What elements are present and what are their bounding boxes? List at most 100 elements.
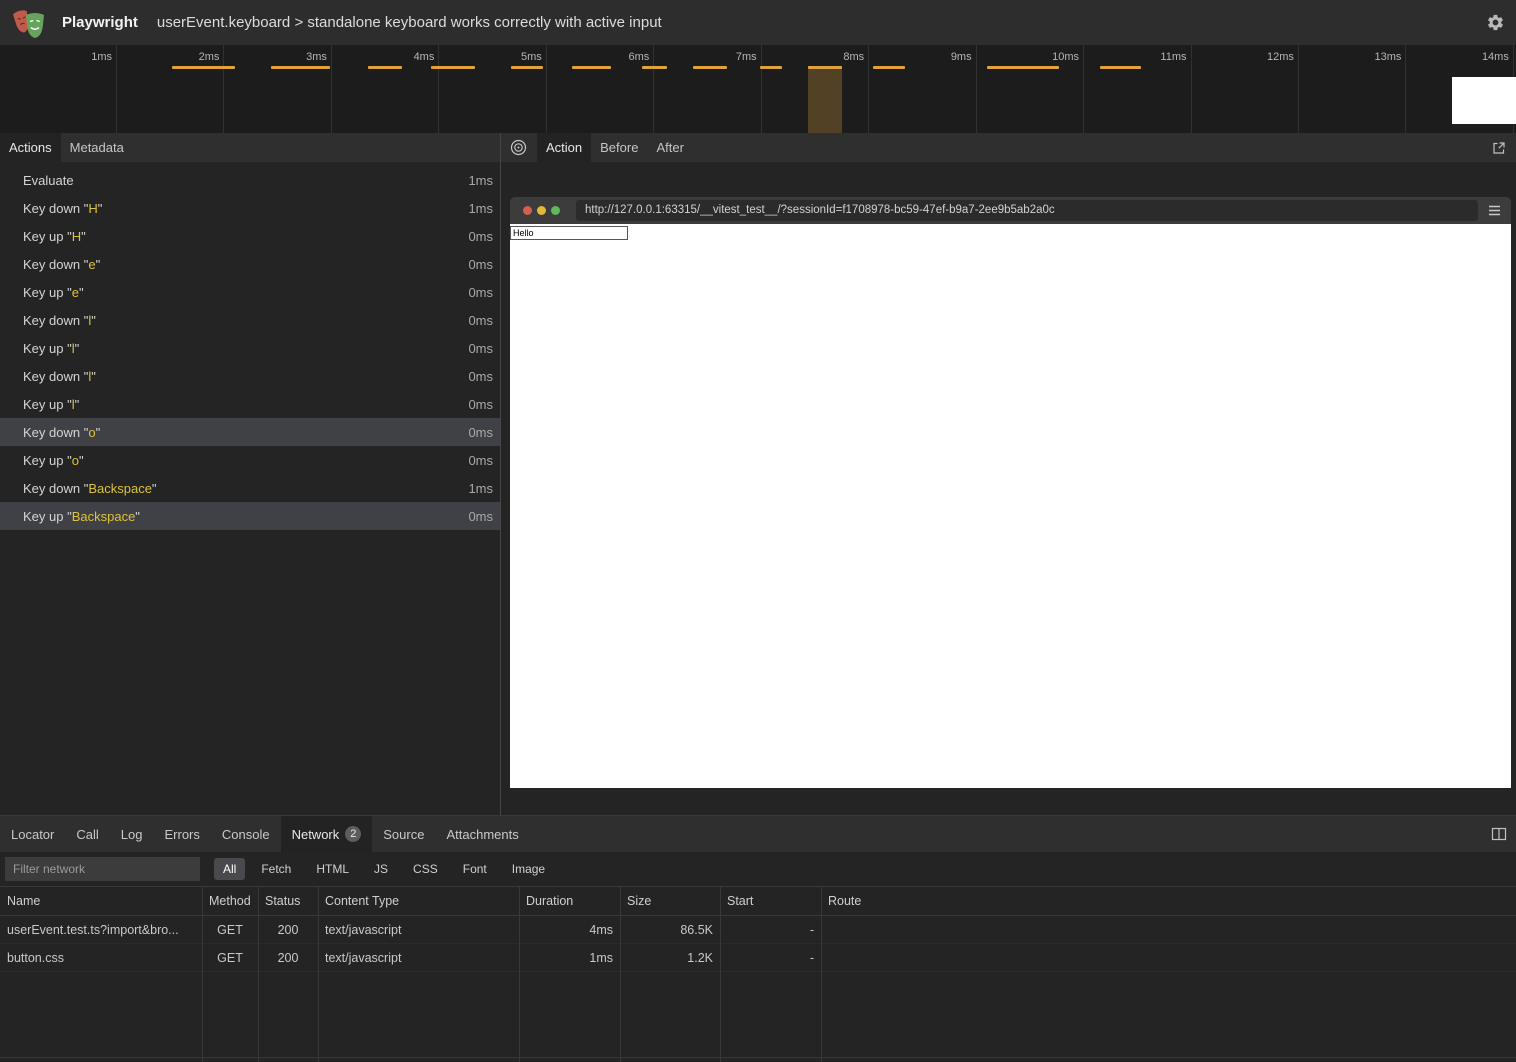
action-row[interactable]: Key up "l" 0ms	[0, 390, 500, 418]
timeline-film-thumbnail[interactable]	[1452, 77, 1516, 124]
action-duration: 0ms	[468, 313, 493, 328]
timeline-action-bar[interactable]	[987, 66, 1059, 69]
action-title: Key up "l"	[23, 397, 79, 412]
cell: GET	[202, 923, 258, 937]
action-key-value: l	[88, 369, 91, 384]
split-columns-icon[interactable]	[1491, 826, 1507, 842]
action-row[interactable]: Key down "Backspace"1ms	[0, 474, 500, 502]
tab-after[interactable]: After	[647, 133, 692, 162]
timeline-tick-label: 5ms	[498, 51, 542, 63]
action-row[interactable]: Key down "e"0ms	[0, 250, 500, 278]
action-title: Evaluate	[23, 173, 74, 188]
timeline-tick-label: 9ms	[928, 51, 972, 63]
action-key-value: e	[88, 257, 95, 272]
tab-source[interactable]: Source	[372, 816, 435, 852]
action-title: Key down "H"	[23, 201, 102, 216]
action-key-value: Backspace	[72, 509, 136, 524]
tab-log[interactable]: Log	[110, 816, 154, 852]
text-input[interactable]	[510, 226, 628, 240]
timeline-gridline	[223, 45, 224, 133]
timeline-action-bar[interactable]	[431, 66, 475, 69]
action-duration: 0ms	[468, 229, 493, 244]
column-header-size: Size	[620, 894, 720, 908]
timeline-tick-label: 8ms	[820, 51, 864, 63]
action-row[interactable]: Key up "l"0ms	[0, 334, 500, 362]
action-duration: 0ms	[468, 257, 493, 272]
timeline-action-bar[interactable]	[511, 66, 543, 69]
url-bar[interactable]: http://127.0.0.1:63315/__vitest_test__/?…	[576, 200, 1478, 221]
main-area: ActionsMetadata Evaluate1ms Key down "H" 1…	[0, 133, 1516, 815]
timeline-action-bar[interactable]	[642, 66, 667, 69]
timeline-action-bar-selected[interactable]	[808, 66, 842, 69]
action-key-value: H	[72, 229, 81, 244]
action-row[interactable]: Key down "l"0ms	[0, 362, 500, 390]
action-duration: 1ms	[468, 201, 493, 216]
tab-actions[interactable]: Actions	[0, 133, 61, 162]
cell: text/javascript	[318, 923, 519, 937]
column-separator	[318, 887, 319, 1062]
tab-metadata[interactable]: Metadata	[61, 133, 133, 162]
filter-chip-css[interactable]: CSS	[404, 858, 447, 880]
tab-errors[interactable]: Errors	[153, 816, 210, 852]
timeline-action-bar[interactable]	[368, 66, 402, 69]
open-external-icon[interactable]	[1491, 140, 1507, 156]
timeline-gridline	[868, 45, 869, 133]
column-separator	[620, 887, 621, 1062]
tab-call[interactable]: Call	[65, 816, 109, 852]
column-header-method: Method	[202, 894, 258, 908]
network-filter-chips: All Fetch HTML JS CSS Font Image	[214, 858, 561, 880]
filter-chip-all[interactable]: All	[214, 858, 245, 880]
timeline[interactable]: 1ms2ms3ms4ms5ms6ms7ms8ms9ms10ms11ms12ms1…	[0, 45, 1516, 133]
column-header-name: Name	[0, 894, 202, 908]
action-key-value: Backspace	[88, 481, 152, 496]
cell: 86.5K	[620, 923, 720, 937]
settings-gear-icon[interactable]	[1486, 13, 1505, 32]
tab-action[interactable]: Action	[537, 133, 591, 162]
tab-attachments[interactable]: Attachments	[435, 816, 529, 852]
action-row[interactable]: Key up "e"0ms	[0, 278, 500, 306]
tab-locator[interactable]: Locator	[0, 816, 65, 852]
bottom-panel: LocatorCallLogErrorsConsoleNetwork2Sourc…	[0, 815, 1516, 1062]
timeline-gridline	[1298, 45, 1299, 133]
column-header-status: Status	[258, 894, 318, 908]
timeline-action-bar[interactable]	[271, 66, 330, 69]
action-duration: 0ms	[468, 369, 493, 384]
cell: text/javascript	[318, 951, 519, 965]
timeline-action-bar[interactable]	[760, 66, 782, 69]
traffic-light-green-icon	[551, 206, 560, 215]
action-row[interactable]: Key down "H" 1ms	[0, 194, 500, 222]
pick-locator-icon[interactable]	[510, 139, 527, 156]
timeline-tick-label: 4ms	[390, 51, 434, 63]
action-duration: 0ms	[468, 397, 493, 412]
action-row[interactable]: Key up "o"0ms	[0, 446, 500, 474]
tab-before[interactable]: Before	[591, 133, 647, 162]
timeline-action-bar[interactable]	[1100, 66, 1141, 69]
snapshot-page[interactable]	[510, 224, 1511, 788]
filter-chip-html[interactable]: HTML	[307, 858, 358, 880]
action-duration: 0ms	[468, 509, 493, 524]
cell: 1ms	[519, 951, 620, 965]
column-separator	[720, 887, 721, 1062]
filter-chip-fetch[interactable]: Fetch	[252, 858, 300, 880]
tab-network[interactable]: Network2	[281, 816, 373, 852]
action-row[interactable]: Key up "Backspace"0ms	[0, 502, 500, 530]
filter-network-input[interactable]	[5, 857, 200, 881]
menu-hamburger-icon[interactable]	[1487, 204, 1502, 217]
cell: userEvent.test.ts?import&bro...	[0, 923, 202, 937]
timeline-action-bar[interactable]	[873, 66, 905, 69]
timeline-action-bar[interactable]	[572, 66, 611, 69]
action-row[interactable]: Key down "l" 0ms	[0, 306, 500, 334]
filter-chip-font[interactable]: Font	[454, 858, 496, 880]
tab-console[interactable]: Console	[211, 816, 281, 852]
action-key-value: o	[72, 453, 79, 468]
table-row[interactable]: button.cssGET200text/javascript1ms1.2K-	[0, 944, 1516, 972]
action-row[interactable]: Evaluate1ms	[0, 166, 500, 194]
timeline-action-bar[interactable]	[693, 66, 727, 69]
action-title: Key down "l"	[23, 313, 96, 328]
action-row[interactable]: Key down "o"0ms	[0, 418, 500, 446]
timeline-action-bar[interactable]	[172, 66, 235, 69]
action-row[interactable]: Key up "H"0ms	[0, 222, 500, 250]
table-row[interactable]: userEvent.test.ts?import&bro...GET200tex…	[0, 916, 1516, 944]
filter-chip-image[interactable]: Image	[503, 858, 554, 880]
filter-chip-js[interactable]: JS	[365, 858, 397, 880]
